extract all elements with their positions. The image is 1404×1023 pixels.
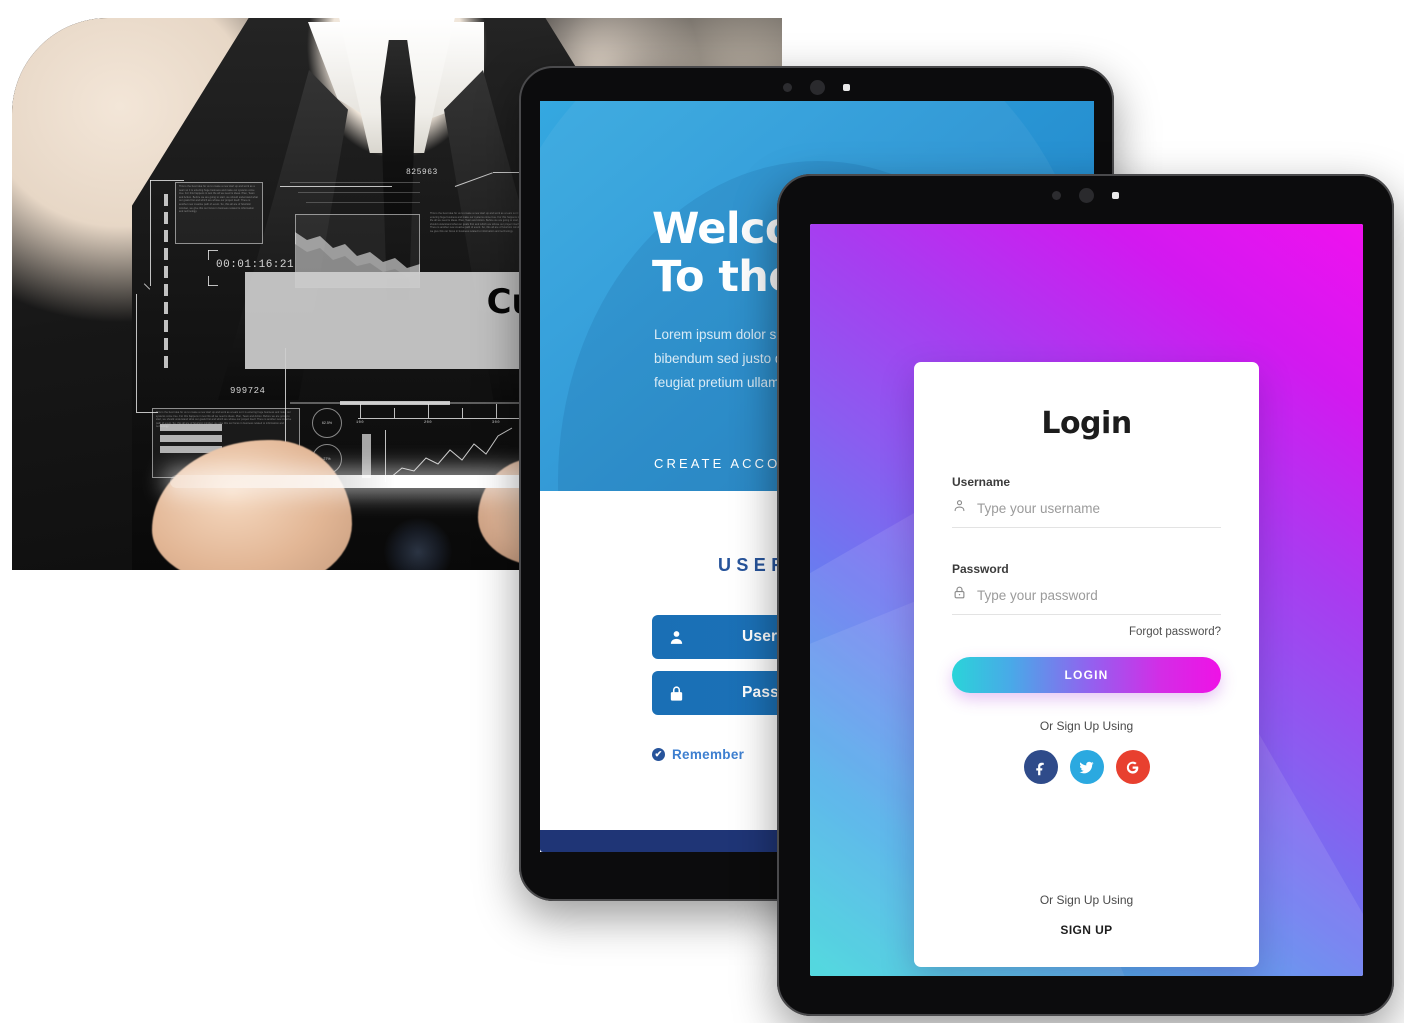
camera-small-icon: [1052, 190, 1061, 200]
tablet-camera-strip-front: [777, 187, 1394, 203]
hud-paragraph-right: This is the best idea for us to create a…: [430, 212, 525, 233]
check-glyph: ✔: [654, 749, 663, 759]
facebook-icon[interactable]: [1023, 750, 1058, 784]
username-input[interactable]: [977, 500, 1221, 516]
username-field-group: Username: [952, 475, 1221, 528]
left-hand: [152, 440, 352, 570]
person-icon: [952, 498, 967, 518]
login-tablet-frame: Login Username Password: [777, 174, 1394, 1016]
camera-lens-icon: [810, 79, 825, 95]
hud-timer: 00:01:16:21: [216, 259, 295, 271]
username-label: Username: [952, 475, 1011, 489]
signup-link[interactable]: SIGN UP: [952, 923, 1221, 937]
password-label: Password: [952, 562, 1009, 576]
hud-paragraph-top: This is the best idea for us to create a…: [179, 185, 258, 214]
password-input-row[interactable]: [952, 585, 1221, 615]
remember-me-row[interactable]: ✔ Remember: [652, 747, 744, 762]
hands-holding-tablet: [152, 418, 670, 570]
lock-icon: [652, 685, 700, 702]
hud-code-top: 825963: [406, 168, 438, 177]
twitter-icon[interactable]: [1069, 750, 1104, 784]
composite-mockup-stage: This is the best idea for us to create a…: [0, 0, 1404, 1023]
login-card: Login Username Password: [914, 362, 1259, 967]
or-signup-top-label: Or Sign Up Using: [1039, 719, 1134, 733]
password-input[interactable]: [977, 587, 1221, 603]
forgot-password-link[interactable]: Forgot password?: [952, 626, 1221, 638]
google-icon[interactable]: [1115, 750, 1150, 784]
password-field-group: Password: [952, 562, 1221, 615]
login-button[interactable]: LOGIN: [952, 657, 1221, 693]
login-title: Login: [1041, 406, 1132, 441]
light-sensor-icon: [843, 83, 850, 91]
or-signup-bottom-label: Or Sign Up Using: [1039, 893, 1134, 907]
login-tablet-screen: Login Username Password: [810, 224, 1363, 976]
username-input-row[interactable]: [952, 498, 1221, 528]
check-icon[interactable]: ✔: [652, 748, 665, 761]
camera-small-icon: [783, 82, 792, 92]
signup-block: Or Sign Up Using SIGN UP: [952, 893, 1221, 937]
camera-lens-icon: [1079, 187, 1094, 203]
lock-icon: [952, 585, 967, 605]
remember-label: Remember: [672, 747, 745, 762]
hud-code-bottom: 999724: [230, 386, 266, 396]
user-icon: [652, 629, 700, 646]
tablet-camera-strip-mid: [519, 79, 1114, 95]
social-login-row: [952, 750, 1221, 784]
light-sensor-icon: [1112, 191, 1119, 199]
